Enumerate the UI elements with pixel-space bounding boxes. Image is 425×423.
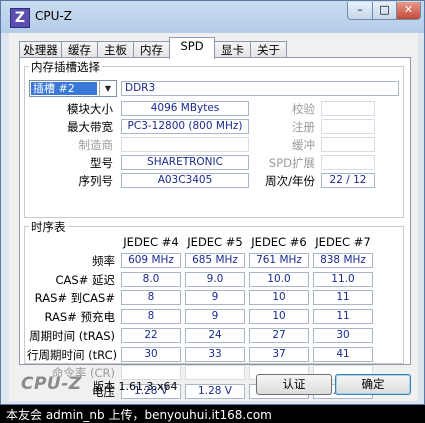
- timing-row-label: 行周期时间 (tRC): [27, 347, 118, 362]
- timing-cell: 41: [313, 346, 373, 362]
- timing-cell: 761 MHz: [249, 253, 309, 268]
- timing-cell: 33: [185, 346, 245, 362]
- cpuz-window: Z CPU-Z – □ ✕ 处理器 缓存 主板 内存 SPD 显卡 关于 内存插…: [0, 0, 425, 405]
- timing-cell: 8: [121, 309, 181, 325]
- week-year-label: 周次/年份: [265, 174, 315, 188]
- timing-cell: [185, 365, 245, 381]
- timing-cell: 9: [185, 290, 245, 306]
- timing-cell: 9: [185, 309, 245, 325]
- timing-cell: 30: [121, 346, 181, 362]
- timing-cell: 27: [249, 327, 309, 343]
- chevron-down-icon[interactable]: ▼: [99, 81, 116, 96]
- timing-row-label: CAS# 延迟: [55, 272, 116, 287]
- timing-cell: 10: [249, 290, 309, 306]
- tab-processor[interactable]: 处理器: [19, 41, 62, 58]
- registered-label: 注册: [292, 120, 315, 134]
- close-button[interactable]: ✕: [396, 2, 421, 20]
- timing-cell: 22: [121, 327, 181, 343]
- minimize-button[interactable]: –: [347, 2, 373, 20]
- timing-cell: 24: [185, 327, 245, 343]
- timings-group-title: 时序表: [29, 219, 68, 235]
- timing-cell: 1.28 V: [185, 383, 245, 399]
- timing-column-header: JEDEC #7: [315, 235, 371, 249]
- timing-cell: 10.0: [249, 271, 309, 287]
- client-area: 处理器 缓存 主板 内存 SPD 显卡 关于 内存插槽选择 插槽 #2 ▼ DD…: [9, 33, 418, 401]
- cpuz-logo: CPU-Z: [21, 374, 82, 394]
- maximize-button[interactable]: □: [372, 2, 397, 20]
- watermark-caption: 本友会 admin_nb 上传，benyouhui.it168.com: [6, 408, 272, 422]
- spd-panel: 内存插槽选择 插槽 #2 ▼ DDR3 模块大小 4096 MBytes 最大带…: [19, 57, 411, 399]
- cpuz-app-icon: Z: [10, 8, 30, 28]
- manufacturer-label: 制造商: [78, 138, 114, 152]
- timing-cell: 11: [313, 309, 373, 325]
- buffered-field: [321, 137, 375, 152]
- timing-column-header: JEDEC #6: [251, 235, 307, 249]
- registered-field: [321, 119, 375, 134]
- timing-cell: 11: [313, 290, 373, 306]
- ok-button[interactable]: 确定: [335, 374, 411, 395]
- timing-cell: 10: [249, 309, 309, 325]
- slot-selection-group: 内存插槽选择 插槽 #2 ▼ DDR3 模块大小 4096 MBytes 最大带…: [24, 59, 404, 218]
- buffered-label: 缓冲: [292, 138, 315, 152]
- timing-cell: 609 MHz: [121, 253, 181, 268]
- tab-memory[interactable]: 内存: [133, 41, 170, 58]
- correction-label: 校验: [292, 102, 315, 116]
- timing-cell: 37: [249, 346, 309, 362]
- timing-row-label: RAS# 预充电: [44, 310, 115, 325]
- tab-cache[interactable]: 缓存: [61, 41, 98, 58]
- timing-cell: 838 MHz: [313, 253, 373, 268]
- slot-group-title: 内存插槽选择: [29, 59, 102, 75]
- serial-number-label: 序列号: [78, 174, 114, 188]
- module-size-label: 模块大小: [67, 102, 113, 116]
- window-title: CPU-Z: [35, 9, 72, 23]
- max-bandwidth-label: 最大带宽: [67, 120, 113, 134]
- slot-select[interactable]: 插槽 #2 ▼: [29, 80, 117, 97]
- timing-column-header: JEDEC #4: [123, 235, 179, 249]
- timing-cell: 9.0: [185, 271, 245, 287]
- memory-type-field: DDR3: [121, 81, 399, 96]
- validate-button[interactable]: 认证: [256, 374, 332, 395]
- spd-ext-label: SPD扩展: [268, 156, 315, 170]
- timing-row-label: 周期时间 (tRAS): [29, 328, 115, 343]
- tab-graphics[interactable]: 显卡: [214, 41, 251, 58]
- timing-row-label: RAS# 到CAS#: [34, 291, 115, 306]
- title-bar[interactable]: Z CPU-Z – □ ✕: [1, 1, 424, 33]
- version-text: 版本 1.61.3.x64: [93, 380, 178, 393]
- tab-spd[interactable]: SPD: [169, 37, 215, 59]
- timing-cell: 685 MHz: [185, 253, 245, 268]
- slot-select-value: 插槽 #2: [31, 82, 97, 95]
- spd-ext-field: [321, 155, 375, 170]
- timings-group: 时序表 JEDEC #4 JEDEC #5 JEDEC #6 JEDEC #7 …: [24, 219, 404, 399]
- timing-cell: 30: [313, 327, 373, 343]
- serial-number-field: A03C3405: [121, 173, 249, 188]
- part-number-label: 型号: [90, 156, 113, 170]
- tab-about[interactable]: 关于: [250, 41, 287, 58]
- correction-field: [321, 101, 375, 116]
- timing-row-label: 频率: [92, 254, 115, 268]
- timing-column-header: JEDEC #5: [187, 235, 243, 249]
- week-year-field: 22 / 12: [321, 173, 375, 188]
- timing-cell: 11.0: [313, 271, 373, 287]
- tab-mainboard[interactable]: 主板: [97, 41, 134, 58]
- max-bandwidth-field: PC3-12800 (800 MHz): [121, 119, 249, 134]
- part-number-field: SHARETRONIC: [121, 155, 249, 170]
- module-size-field: 4096 MBytes: [121, 101, 249, 116]
- manufacturer-field: [121, 137, 249, 152]
- timing-cell: 8.0: [121, 271, 181, 287]
- timing-cell: 8: [121, 290, 181, 306]
